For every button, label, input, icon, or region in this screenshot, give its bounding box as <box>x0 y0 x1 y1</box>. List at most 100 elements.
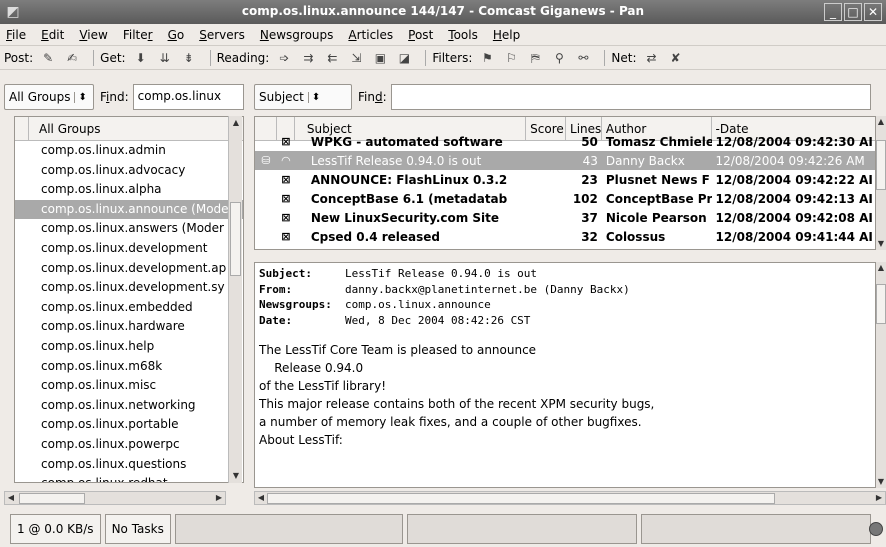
scroll-left-arrow-icon[interactable]: ◀ <box>255 492 267 504</box>
menu-view[interactable]: View <box>77 28 109 42</box>
group-list-scrollbar[interactable]: ▲ ▼ <box>228 116 242 483</box>
article-body-scrollbar[interactable]: ▲ ▼ <box>876 262 886 488</box>
get-new-headers-icon[interactable]: ⬇ <box>132 49 150 67</box>
group-item[interactable]: comp.os.linux.help <box>15 337 243 357</box>
article-body-text: The LessTif Core Team is pleased to anno… <box>255 329 875 449</box>
group-item[interactable]: comp.os.linux.development.sy <box>15 278 243 298</box>
scroll-up-arrow-icon[interactable]: ▲ <box>230 117 242 129</box>
group-item[interactable]: comp.os.linux.questions <box>15 455 243 475</box>
menu-help[interactable]: Help <box>491 28 522 42</box>
article-list-scrollbar[interactable]: ▲ ▼ <box>876 116 886 250</box>
article-body-hscrollbar[interactable]: ◀ ▶ <box>254 491 886 505</box>
scroll-left-arrow-icon[interactable]: ◀ <box>5 492 17 504</box>
save-article-icon[interactable]: ▣ <box>371 49 389 67</box>
group-list-header-check <box>15 117 29 141</box>
group-item[interactable]: comp.os.linux.answers (Moder <box>15 219 243 239</box>
article-row[interactable]: ⊠ ConceptBase 6.1 (metadatab 102 ConceptBas… <box>255 189 875 208</box>
close-button[interactable]: ✕ <box>864 3 882 21</box>
scroll-up-arrow-icon[interactable]: ▲ <box>875 262 886 274</box>
column-score[interactable]: Score <box>526 117 567 140</box>
group-item[interactable]: comp.os.linux.m68k <box>15 357 243 377</box>
article-author: Nicole Pearson <box>605 210 707 225</box>
menu-go[interactable]: Go <box>166 28 187 42</box>
prev-thread-icon[interactable]: ⇇ <box>323 49 341 67</box>
article-row[interactable]: ⊠ New LinuxSecurity.com Site 37 Nicole Pear… <box>255 208 875 227</box>
group-item[interactable]: comp.os.linux.development.ap <box>15 259 243 279</box>
filter-watched-icon[interactable]: ⚲ <box>550 49 568 67</box>
filter-mine-icon[interactable]: ⚯ <box>574 49 592 67</box>
body-line: of the LessTif library! <box>259 379 387 393</box>
connection-rate: 1 @ 0.0 KB/s <box>10 513 101 544</box>
edit-article-icon[interactable]: ◪ <box>395 49 413 67</box>
group-find-input[interactable]: comp.os.linux <box>132 84 244 110</box>
post-article-icon[interactable]: ✎ <box>39 49 57 67</box>
next-thread-icon[interactable]: ⇉ <box>299 49 317 67</box>
header-date: Date: Wed, 8 Dec 2004 08:42:26 CST <box>259 313 531 327</box>
group-scope-combo[interactable]: All Groups ⬍ <box>4 84 94 110</box>
scroll-down-arrow-icon[interactable]: ▼ <box>875 238 886 250</box>
header-field-value: Subject <box>259 90 304 104</box>
menu-post[interactable]: Post <box>406 28 435 42</box>
scroll-right-arrow-icon[interactable]: ▶ <box>873 492 885 504</box>
group-filter-row: All Groups ⬍ Find: comp.os.linux <box>4 83 244 111</box>
group-item[interactable]: comp.os.linux.alpha <box>15 180 243 200</box>
group-item[interactable]: comp.os.linux.portable <box>15 415 243 435</box>
menu-articles[interactable]: Articles <box>346 28 395 42</box>
header-field-combo[interactable]: Subject ⬍ <box>254 84 352 110</box>
article-row[interactable]: ⛁ ◠ LessTif Release 0.94.0 is out 43 Danny B… <box>255 151 875 170</box>
cancel-download-icon[interactable]: ⇟ <box>180 49 198 67</box>
article-subject: LessTif Release 0.94.0 is out <box>310 153 482 168</box>
group-item[interactable]: comp.os.linux.admin <box>15 141 243 161</box>
filter-unread-icon[interactable]: ⚑ <box>478 49 496 67</box>
scrollbar-thumb[interactable] <box>876 140 886 190</box>
header-find-input[interactable] <box>390 84 871 110</box>
filter-cached-icon[interactable]: ⚐ <box>502 49 520 67</box>
online-icon[interactable]: ⇄ <box>642 49 660 67</box>
group-item[interactable]: comp.os.linux.advocacy <box>15 161 243 181</box>
article-author: Plusnet News F <box>605 172 710 187</box>
maximize-button[interactable]: □ <box>844 3 862 21</box>
read-more-icon[interactable]: ⇲ <box>347 49 365 67</box>
menu-tools[interactable]: Tools <box>446 28 480 42</box>
group-item[interactable]: comp.os.linux.misc <box>15 376 243 396</box>
scroll-down-arrow-icon[interactable]: ▼ <box>875 476 886 488</box>
group-item[interactable]: comp.os.linux.powerpc <box>15 435 243 455</box>
scroll-up-arrow-icon[interactable]: ▲ <box>875 116 886 128</box>
get-subscribed-icon[interactable]: ⇊ <box>156 49 174 67</box>
group-item[interactable]: comp.os.linux.development <box>15 239 243 259</box>
group-item[interactable]: comp.os.linux.embedded <box>15 298 243 318</box>
article-row[interactable]: ⊠ ANNOUNCE: FlashLinux 0.3.2 23 Plusnet New… <box>255 170 875 189</box>
menu-newsgroups[interactable]: Newsgroups <box>258 28 336 42</box>
scrollbar-thumb[interactable] <box>19 493 85 504</box>
article-row[interactable]: ⊠ Cpsed 0.4 released 32 Colossus 12/08/2004 … <box>255 227 875 246</box>
group-list-hscrollbar[interactable]: ◀ ▶ <box>4 491 226 505</box>
scroll-right-arrow-icon[interactable]: ▶ <box>213 492 225 504</box>
menu-servers[interactable]: Servers <box>197 28 247 42</box>
minimize-button[interactable]: _ <box>824 3 842 21</box>
menu-file[interactable]: File <box>4 28 28 42</box>
cancel-tasks-icon[interactable]: ✘ <box>666 49 684 67</box>
group-item[interactable]: comp.os.linux.redhat <box>15 474 243 482</box>
error-indicator-icon[interactable] <box>869 522 883 536</box>
article-author: Tomasz Chmiele <box>605 134 712 149</box>
article-subject: Cpsed 0.4 released <box>310 229 441 244</box>
article-body-pane: Subject: LessTif Release 0.94.0 is out Fr… <box>254 262 876 488</box>
scrollbar-thumb[interactable] <box>267 493 775 504</box>
group-item[interactable]: comp.os.linux.announce (Mode <box>15 199 243 220</box>
next-unread-icon[interactable]: ➩ <box>275 49 293 67</box>
scroll-down-arrow-icon[interactable]: ▼ <box>230 470 242 482</box>
group-item[interactable]: comp.os.linux.networking <box>15 396 243 416</box>
scrollbar-thumb[interactable] <box>876 284 886 324</box>
group-list: All Groups comp.os.linux.admin comp.os.li… <box>14 116 244 483</box>
followup-icon[interactable]: ✍ <box>63 49 81 67</box>
group-list-header[interactable]: All Groups <box>15 117 243 141</box>
group-item[interactable]: comp.os.linux.hardware <box>15 317 243 337</box>
article-author: ConceptBase Pr <box>605 191 712 206</box>
menu-edit[interactable]: Edit <box>39 28 66 42</box>
column-state[interactable] <box>255 117 277 140</box>
task-status[interactable]: No Tasks <box>104 513 171 544</box>
filter-complete-icon[interactable]: ⛿ <box>526 49 544 67</box>
menu-filter[interactable]: Filter <box>121 28 155 42</box>
status-message <box>406 513 637 544</box>
scrollbar-thumb[interactable] <box>230 202 241 276</box>
